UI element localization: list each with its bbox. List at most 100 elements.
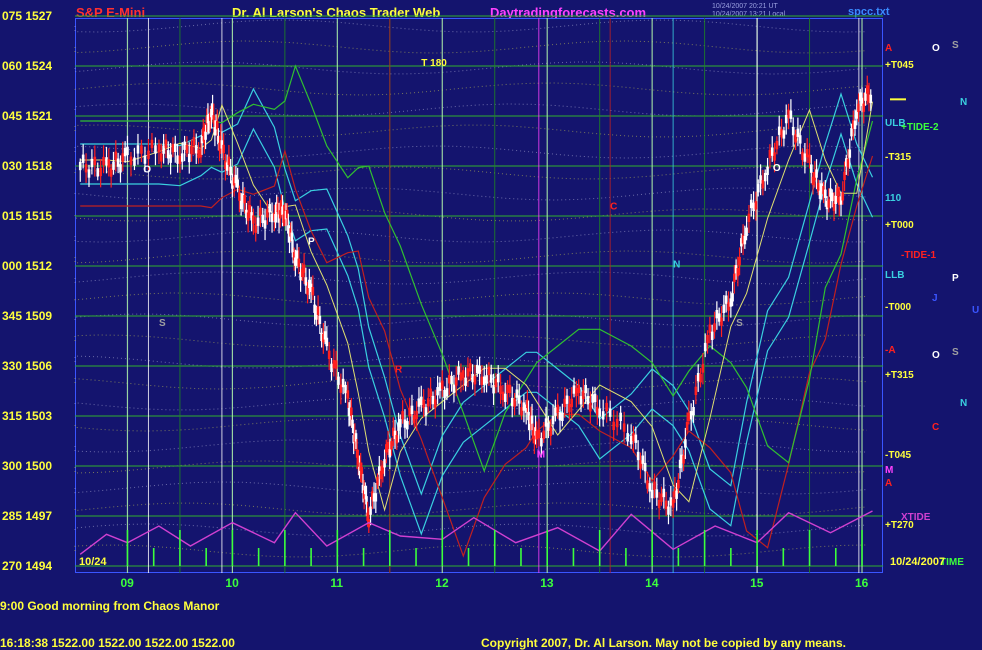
candle-body — [325, 337, 329, 347]
candle-body — [696, 372, 700, 382]
candle-body — [318, 315, 322, 325]
candle-body — [530, 415, 534, 424]
candle-body — [629, 435, 633, 445]
candle-body — [655, 489, 659, 498]
candle-body — [302, 264, 306, 273]
candle-body — [777, 126, 781, 135]
candle-body — [107, 159, 111, 168]
candle-body — [749, 199, 753, 209]
planet-glyph: C — [932, 421, 940, 433]
candle-body — [304, 277, 308, 286]
candle-body — [311, 286, 315, 296]
candle-body — [596, 406, 599, 416]
copyright-notice: Copyright 2007, Dr. Al Larson. May not b… — [481, 636, 846, 650]
candle-body — [433, 399, 437, 408]
candle-body — [166, 150, 170, 159]
candle-body — [78, 161, 82, 171]
candle-body — [713, 323, 716, 332]
y-tick-label: 015 1515 — [2, 209, 53, 223]
right-level-label: A — [885, 478, 893, 490]
candle-body — [556, 404, 560, 413]
candle-body — [522, 402, 526, 411]
candle-body — [159, 153, 163, 162]
candle-body — [549, 427, 553, 436]
candle-body — [178, 155, 182, 165]
x-tick-label: 09 — [120, 576, 134, 590]
flux-dots — [74, 397, 868, 411]
candle-body — [615, 418, 619, 428]
flux-dots — [74, 61, 868, 75]
candle-body — [438, 382, 442, 391]
candle-body — [756, 184, 760, 193]
candle-body — [424, 407, 428, 416]
x-tick-label: 15 — [750, 576, 764, 590]
candle-body — [513, 398, 516, 407]
candle-body — [864, 92, 867, 101]
chart-annotation: S — [159, 318, 166, 329]
candle-body — [803, 153, 807, 162]
candle-body — [229, 166, 232, 176]
candle-body — [823, 189, 827, 198]
candle-body — [653, 481, 656, 490]
candle-body — [862, 103, 866, 112]
candle-body — [256, 217, 260, 226]
candle-body — [415, 410, 418, 420]
candle-body — [743, 235, 747, 245]
candle-body — [754, 201, 758, 210]
flux-dots — [74, 418, 868, 432]
candle-body — [675, 490, 678, 499]
candle-body — [140, 145, 143, 154]
candle-body — [809, 164, 813, 173]
candle-body — [575, 387, 578, 397]
candle-body — [162, 145, 165, 154]
candle-body — [185, 144, 189, 154]
y-tick-label: 345 1509 — [2, 309, 53, 323]
candle-body — [436, 387, 439, 396]
candle-body — [112, 161, 115, 170]
candle-body — [865, 85, 869, 94]
y-tick-label: 300 1500 — [2, 459, 53, 473]
flux-dots — [74, 334, 868, 348]
last-quote-line: 16:18:38 1522.00 1522.00 1522.00 1522.00 — [0, 636, 235, 650]
candle-body — [93, 156, 97, 166]
candle-body — [386, 441, 390, 451]
candle-body — [818, 190, 822, 199]
candle-body — [703, 342, 707, 352]
flux-dots — [74, 82, 868, 96]
candle-body — [84, 164, 88, 173]
chart-annotation: M — [537, 450, 545, 461]
candle-body — [478, 365, 481, 374]
candle-body — [582, 390, 585, 399]
candle-body — [266, 209, 269, 218]
candle-body — [496, 373, 500, 383]
candle-body — [733, 273, 736, 282]
candle-body — [461, 370, 465, 379]
candle-body — [669, 497, 673, 506]
candle-body — [815, 169, 818, 178]
candle-body — [591, 394, 594, 403]
candle-body — [443, 389, 446, 399]
chart-annotation: P — [308, 236, 315, 247]
candle-body — [150, 139, 154, 149]
y-tick-label: 270 1494 — [2, 559, 53, 573]
right-level-label: +T000 — [885, 220, 914, 231]
candle-body — [176, 155, 179, 164]
planet-glyph: N — [960, 398, 968, 410]
chart-annotation: R — [395, 365, 403, 376]
candle-body — [759, 175, 762, 184]
candle-body — [626, 433, 629, 442]
candle-body — [332, 359, 336, 369]
candle-body — [722, 304, 726, 313]
y-tick-label: 045 1521 — [2, 109, 53, 123]
flux-dots — [74, 292, 868, 306]
candle-body — [782, 130, 786, 139]
flux-dots — [74, 481, 868, 495]
candle-body — [848, 149, 852, 158]
candle-body — [846, 159, 850, 168]
candle-body — [586, 396, 590, 405]
x-tick-label: 10 — [225, 576, 239, 590]
candle-body — [334, 360, 338, 369]
candle-body — [565, 395, 569, 404]
planet-glyph: J — [932, 293, 938, 305]
flux-dots — [74, 250, 868, 264]
